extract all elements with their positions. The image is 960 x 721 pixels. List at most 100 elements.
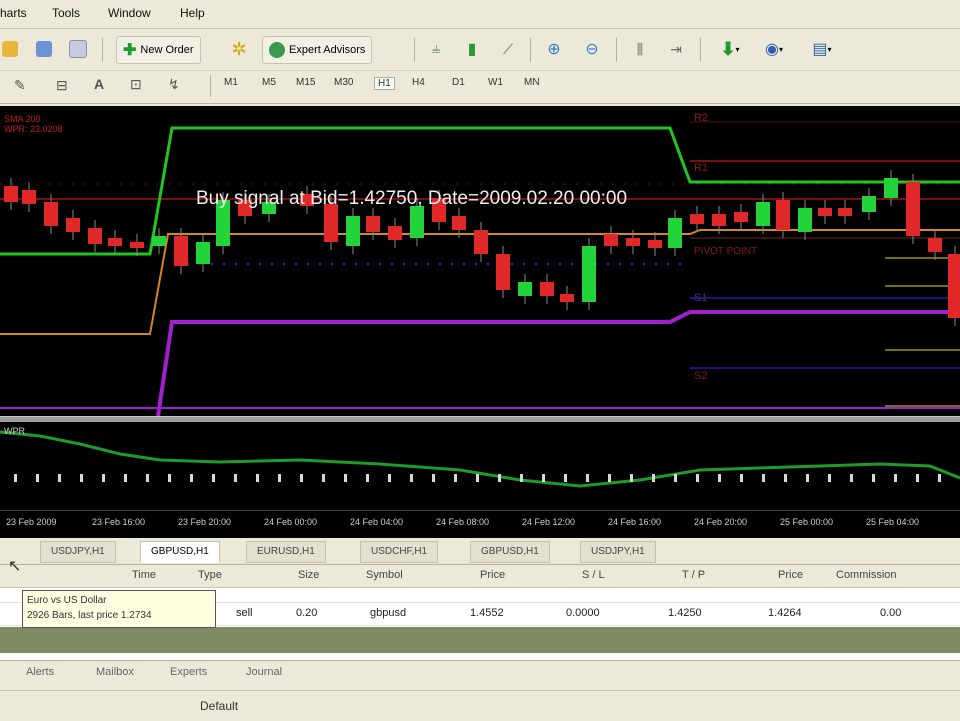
menu-help[interactable]: Help [180, 6, 205, 20]
line-chart-button[interactable]: ⟋ [496, 36, 520, 62]
candle-body [44, 202, 58, 226]
trade-current-price: 1.4264 [768, 607, 802, 619]
toolbar-separator [210, 75, 211, 97]
candle-body [152, 236, 166, 246]
time-label: 24 Feb 20:00 [694, 517, 748, 527]
oscillator-tick [322, 474, 325, 482]
periodicity-button[interactable]: ◉ ▾ [756, 36, 792, 62]
column-header[interactable]: Time [132, 569, 156, 581]
oscillator-tick [850, 474, 853, 482]
oscillator-tick [388, 474, 391, 482]
column-header[interactable]: Commission [836, 569, 897, 581]
toolbar-separator [700, 38, 701, 62]
oscillator-tick [740, 474, 743, 482]
chart-tab-eurusd[interactable]: EURUSD,H1 [246, 541, 326, 563]
tab-alerts[interactable]: Alerts [26, 666, 54, 678]
oscillator-tick [938, 474, 941, 482]
chart-tab-usdchf[interactable]: USDCHF,H1 [360, 541, 439, 563]
metaeditor-button[interactable]: ✲ [226, 36, 252, 62]
chart-tab-gbpusd-2[interactable]: GBPUSD,H1 [470, 541, 550, 563]
pencil-icon[interactable]: ✎ [14, 77, 26, 94]
chart-tab-usdjpy-2[interactable]: USDJPY,H1 [580, 541, 656, 563]
timeframe-mn[interactable]: MN [524, 77, 540, 88]
navigator-button[interactable] [66, 36, 90, 62]
timeframe-m30[interactable]: M30 [334, 77, 353, 88]
column-header[interactable]: Symbol [366, 569, 403, 581]
oscillator-tick [476, 474, 479, 482]
text-tool-icon[interactable]: A [94, 76, 104, 92]
toolbar-separator [414, 38, 415, 62]
chart-tab-gbpusd[interactable]: GBPUSD,H1 [140, 541, 220, 563]
line-chart-icon: ⟋ [503, 40, 513, 57]
time-axis: 23 Feb 2009 23 Feb 16:00 23 Feb 20:00 24… [0, 510, 960, 539]
tab-experts[interactable]: Experts [170, 666, 207, 678]
zoom-out-icon: ⊖ [585, 41, 599, 58]
candle-body [648, 240, 662, 248]
time-label: 23 Feb 20:00 [178, 517, 232, 527]
zoom-in-button[interactable]: ⊕ [542, 36, 566, 62]
zoom-out-button[interactable]: ⊖ [580, 36, 604, 62]
profiles-button[interactable] [0, 36, 20, 62]
balance-row[interactable] [0, 627, 960, 653]
label-tool-icon[interactable]: ⊡ [130, 76, 142, 93]
column-header[interactable]: Type [198, 569, 222, 581]
market-watch-button[interactable] [32, 36, 56, 62]
templates-button[interactable]: ▤ ▾ [804, 36, 840, 62]
candlesticks-button[interactable]: ▮ [460, 36, 484, 62]
r1-label: R1 [694, 162, 709, 174]
candle-body [540, 282, 554, 296]
toolbar-separator [530, 38, 531, 62]
oscillator-tick [674, 474, 677, 482]
candle-body [776, 200, 790, 230]
candle-icon: ▮ [467, 41, 477, 58]
new-order-button[interactable]: ✚ New Order [116, 36, 201, 64]
fibo-icon[interactable]: ⊟ [56, 77, 68, 94]
bar-chart-button[interactable]: ⫨ [424, 36, 448, 62]
expert-advisors-button[interactable]: Expert Advisors [262, 36, 373, 64]
timeframe-d1[interactable]: D1 [452, 77, 465, 88]
tile-icon: ⫼ [636, 40, 644, 57]
menu-tools[interactable]: Tools [52, 6, 80, 20]
arrows-tool-icon[interactable]: ↯ [168, 76, 180, 93]
trade-size: 0.20 [296, 607, 318, 619]
candle-body [948, 254, 960, 318]
tab-journal[interactable]: Journal [246, 666, 282, 678]
chart-shift-button[interactable]: ⇥ [664, 36, 688, 62]
price-chart[interactable]: SMA 200 WPR: 23.0208 R2 R1 PIVOT POINT S… [0, 106, 960, 417]
s2-label: S2 [694, 370, 708, 382]
oscillator-tick [630, 474, 633, 482]
tab-mailbox[interactable]: Mailbox [96, 666, 134, 678]
candle-body [582, 246, 596, 302]
candle-body [518, 282, 532, 296]
menu-charts[interactable]: harts [0, 6, 27, 20]
time-label: 24 Feb 08:00 [436, 517, 490, 527]
candle-body [66, 218, 80, 232]
oscillator-tick [168, 474, 171, 482]
chart-tab-usdjpy[interactable]: USDJPY,H1 [40, 541, 116, 563]
timeframe-m15[interactable]: M15 [296, 77, 315, 88]
candle-body [22, 190, 36, 204]
column-header[interactable]: Price [778, 569, 803, 581]
candle-body [690, 214, 704, 224]
timeframe-h1[interactable]: H1 [374, 77, 395, 90]
oscillator-tick [652, 474, 655, 482]
column-header[interactable]: T / P [682, 569, 705, 581]
zoom-in-icon: ⊕ [547, 41, 561, 58]
folder-icon [2, 41, 18, 57]
chevron-down-icon: ▾ [827, 44, 832, 54]
oscillator-tick [520, 474, 523, 482]
timeframe-m1[interactable]: M1 [224, 77, 238, 88]
tile-windows-button[interactable]: ⫼ [628, 36, 652, 62]
candle-body [756, 202, 770, 226]
column-header[interactable]: Price [480, 569, 505, 581]
menu-window[interactable]: Window [108, 6, 151, 20]
timeframe-w1[interactable]: W1 [488, 77, 503, 88]
column-header[interactable]: Size [298, 569, 319, 581]
indicator-subwindow[interactable]: WPR [0, 422, 960, 510]
timeframe-h4[interactable]: H4 [412, 77, 425, 88]
profile-name: Default [200, 699, 239, 713]
timeframe-m5[interactable]: M5 [262, 77, 276, 88]
column-header[interactable]: S / L [582, 569, 605, 581]
oscillator-tick [828, 474, 831, 482]
indicators-button[interactable]: ⬇ ▾ [712, 36, 748, 62]
